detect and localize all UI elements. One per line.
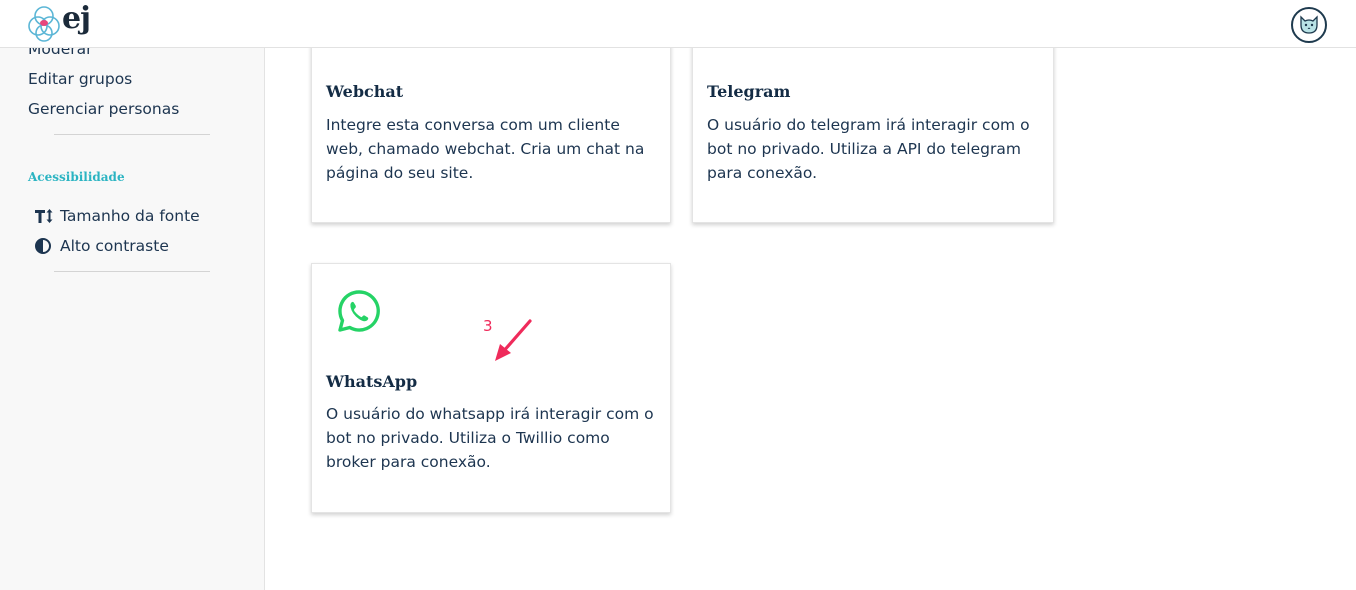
sidebar-divider xyxy=(54,134,210,135)
sidebar-link-editar-grupos[interactable]: Editar grupos xyxy=(28,70,132,88)
card-description: O usuário do telegram irá interagir com … xyxy=(707,116,1030,182)
logo[interactable]: ej xyxy=(28,1,92,42)
card-description: O usuário do whatsapp irá interagir com … xyxy=(326,405,654,471)
channel-card-telegram[interactable]: Telegram O usuário do telegram irá inter… xyxy=(692,20,1054,223)
font-size-label: Tamanho da fonte xyxy=(60,207,200,225)
channel-card-whatsapp[interactable]: WhatsApp O usuário do whatsapp irá inter… xyxy=(311,263,671,513)
high-contrast-toggle[interactable]: Alto contraste xyxy=(34,237,169,255)
sidebar-divider xyxy=(54,271,210,272)
card-title: Webchat xyxy=(326,82,404,101)
channel-card-webchat[interactable]: Webchat Integre esta conversa com um cli… xyxy=(311,20,671,223)
contrast-icon xyxy=(34,237,56,255)
card-title: Telegram xyxy=(707,82,791,101)
annotation-arrow-icon xyxy=(495,319,532,361)
top-bar: ej xyxy=(0,0,1356,48)
card-title: WhatsApp xyxy=(326,372,418,391)
whatsapp-icon xyxy=(337,289,381,338)
user-avatar[interactable] xyxy=(1291,7,1327,43)
sidebar: Moderar Editar grupos Gerenciar personas… xyxy=(0,0,265,590)
sidebar-link-gerenciar-personas[interactable]: Gerenciar personas xyxy=(28,100,179,118)
font-size-toggle[interactable]: Tamanho da fonte xyxy=(34,207,200,225)
logo-text: ej xyxy=(62,1,91,36)
accessibility-title: Acessibilidade xyxy=(28,170,125,184)
card-description: Integre esta conversa com um cliente web… xyxy=(326,116,645,182)
cat-icon xyxy=(1300,15,1318,34)
high-contrast-label: Alto contraste xyxy=(60,237,169,255)
font-size-icon xyxy=(34,207,56,225)
